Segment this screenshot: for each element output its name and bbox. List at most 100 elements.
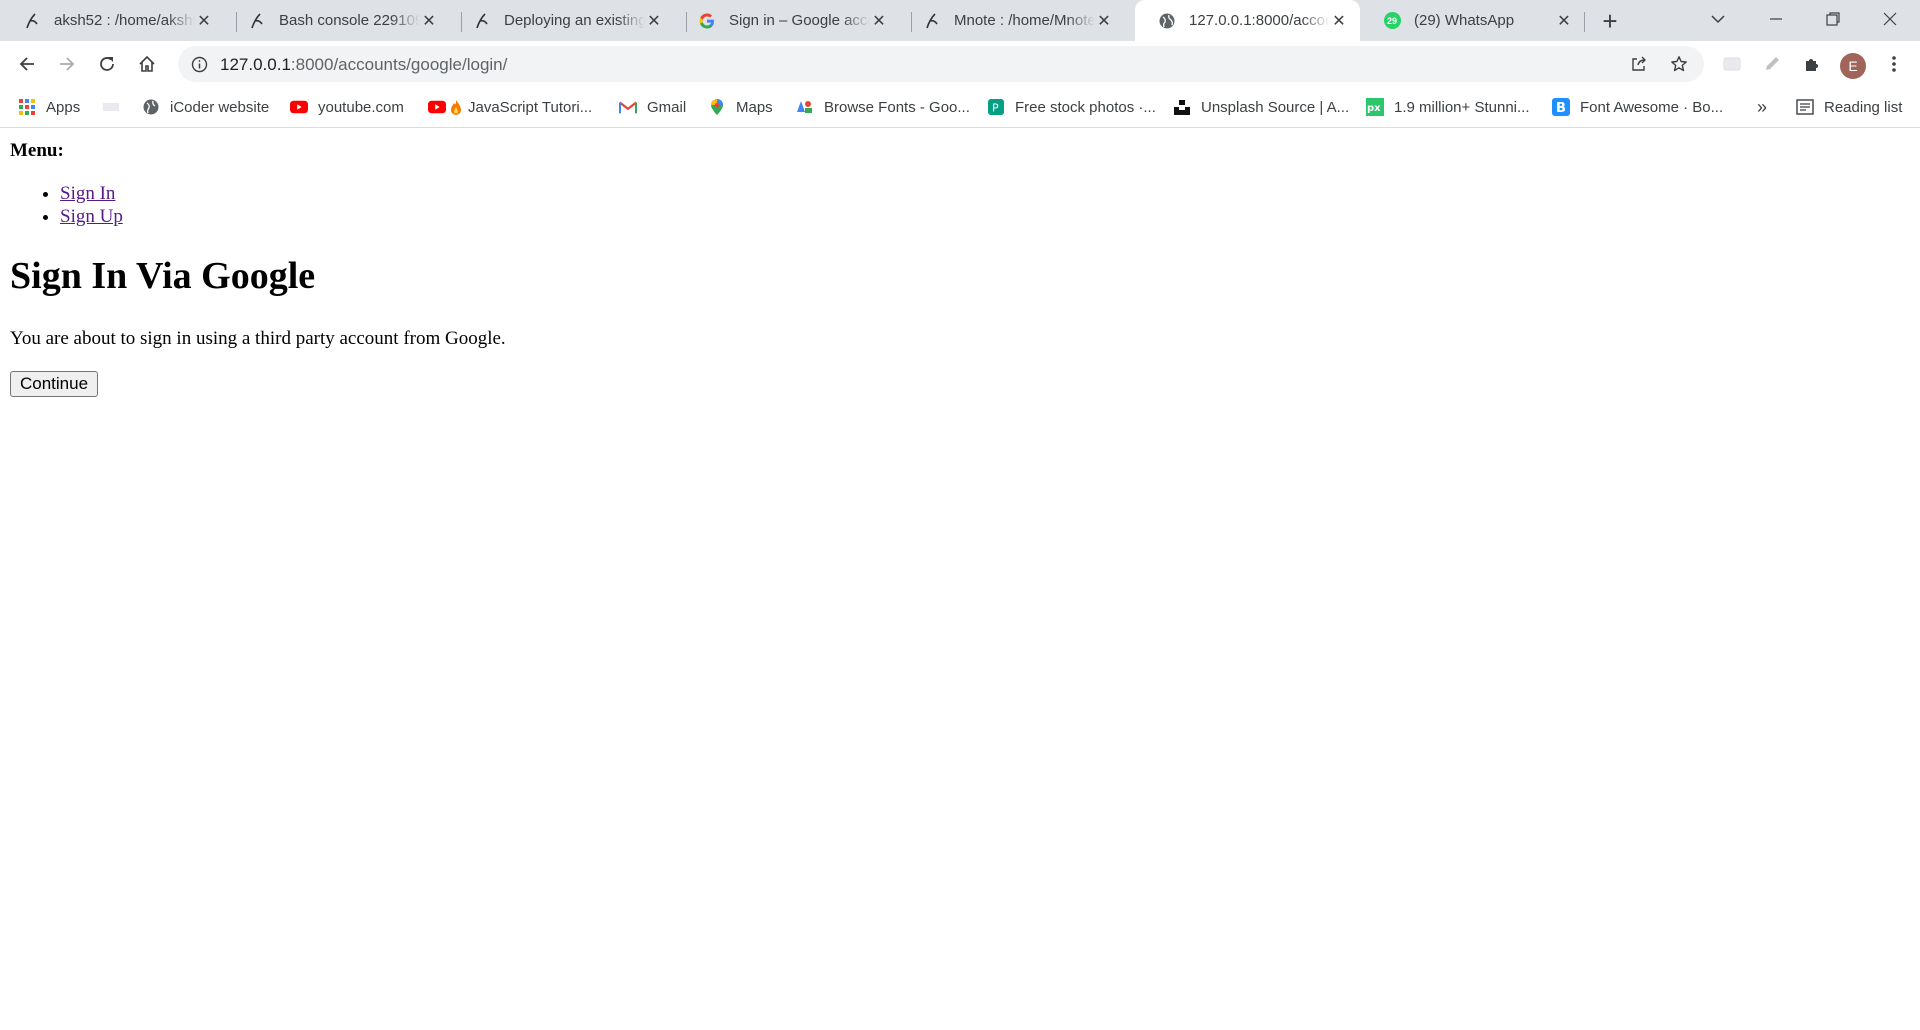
bookmark-free-stock-photos[interactable]: P Free stock photos ·... [987, 87, 1156, 127]
fire-icon [450, 98, 462, 116]
pythonanywhere-icon [472, 11, 492, 31]
tab-label: Deploying an existing [504, 12, 645, 29]
tab-google-sign-in[interactable]: Sign in – Google accounts ✕ [675, 0, 900, 41]
info-icon[interactable] [190, 55, 208, 73]
bookmark-javascript-tutorial[interactable]: JavaScript Tutori... [428, 87, 592, 127]
apps-grid-icon [18, 98, 36, 116]
bookmark-icoder[interactable]: iCoder website [142, 87, 269, 127]
reload-icon [100, 57, 114, 71]
svg-text:P: P [992, 102, 999, 115]
page-title: Sign In Via Google [10, 255, 316, 297]
bootstrap-icon: B [1552, 98, 1570, 116]
back-button[interactable] [11, 48, 43, 80]
kebab-menu-icon [1892, 56, 1896, 72]
restore-button[interactable] [1805, 0, 1861, 38]
youtube-icon [428, 98, 446, 116]
arrow-left-icon [19, 57, 34, 71]
sign-up-link[interactable]: Sign Up [60, 206, 123, 227]
svg-text:B: B [1556, 101, 1566, 116]
bookmark-youtube[interactable]: youtube.com [290, 87, 404, 127]
close-icon[interactable]: ✕ [1330, 12, 1348, 30]
close-icon[interactable]: ✕ [645, 12, 663, 30]
continue-button[interactable]: Continue [10, 371, 99, 397]
bookmark-font-awesome[interactable]: B Font Awesome · Bo... [1552, 87, 1723, 127]
sign-in-link[interactable]: Sign In [60, 183, 115, 204]
bookmark-pixabay[interactable]: px 1.9 million+ Stunni... [1366, 87, 1530, 127]
pixabay-icon: px [1366, 98, 1384, 116]
bookmark-blank[interactable] [102, 87, 130, 127]
menu-list: Sign In Sign Up [10, 182, 123, 228]
page-description: You are about to sign in using a third p… [10, 328, 506, 349]
bookmark-label: Maps [736, 98, 773, 116]
tab-whatsapp[interactable]: 29 (29) WhatsApp ✕ [1360, 0, 1585, 41]
chrome-menu-button[interactable] [1878, 48, 1910, 80]
forward-button[interactable] [51, 48, 83, 80]
tab-label: Sign in – Google accounts [729, 12, 870, 29]
globe-icon [142, 98, 160, 116]
globe-icon [1157, 11, 1177, 31]
google-icon [697, 11, 717, 31]
bookmark-label: Font Awesome · Bo... [1580, 98, 1724, 116]
bookmark-label: youtube.com [318, 98, 404, 116]
bookmark-label: Free stock photos ·... [1015, 98, 1156, 116]
tab-mnote[interactable]: Mnote : /home/Mnote ✕ [900, 0, 1125, 41]
tab-bash-console[interactable]: Bash console 22910938 ✕ [225, 0, 450, 41]
puzzle-icon [1806, 59, 1818, 71]
new-tab-button[interactable]: + [1596, 6, 1624, 36]
gmail-icon [619, 98, 637, 116]
home-button[interactable] [131, 48, 163, 80]
close-window-button[interactable] [1862, 0, 1918, 38]
minimize-icon [1770, 18, 1782, 20]
reload-button[interactable] [91, 48, 123, 80]
tab-deploying[interactable]: Deploying an existing ✕ [450, 0, 675, 41]
reading-list-icon [1796, 98, 1814, 116]
close-icon[interactable]: ✕ [420, 12, 438, 30]
bookmark-star-icon[interactable] [1670, 55, 1688, 78]
arrow-right-icon [60, 57, 75, 71]
close-icon[interactable]: ✕ [195, 12, 213, 30]
bookmarks-overflow-button[interactable]: » [1757, 87, 1767, 127]
reading-list-button[interactable]: Reading list [1796, 87, 1902, 127]
map-pin-icon [708, 98, 726, 116]
pen-extension-button[interactable] [1756, 48, 1788, 80]
youtube-icon [290, 98, 308, 116]
list-item: Sign In [60, 182, 123, 205]
close-icon[interactable]: ✕ [1555, 12, 1573, 30]
bookmark-browse-fonts[interactable]: Browse Fonts - Goo... [796, 87, 970, 127]
tab-search-button[interactable] [1690, 0, 1746, 38]
chevron-down-icon [1711, 15, 1725, 24]
address-bar[interactable]: 127.0.0.1:8000/accounts/google/login/ [178, 46, 1704, 82]
close-icon[interactable]: ✕ [1095, 12, 1113, 30]
minimize-button[interactable] [1748, 0, 1804, 38]
tab-strip: aksh52 : /home/aksh52 ✕ Bash console 229… [0, 0, 1920, 41]
url-host: 127.0.0.1 [220, 55, 291, 74]
close-icon[interactable]: ✕ [870, 12, 888, 30]
tab-aksh52[interactable]: aksh52 : /home/aksh52 ✕ [0, 0, 225, 41]
bookmark-label: JavaScript Tutori... [468, 98, 593, 116]
pen-icon [1766, 57, 1779, 70]
unsplash-icon [1173, 98, 1191, 116]
tab-label: Mnote : /home/Mnote [954, 12, 1095, 29]
bookmark-maps[interactable]: Maps [708, 87, 773, 127]
bookmark-label: iCoder website [170, 98, 270, 116]
bookmark-unsplash-source[interactable]: Unsplash Source | A... [1173, 87, 1349, 127]
tab-label: 127.0.0.1:8000/accounts [1189, 12, 1330, 29]
avatar[interactable]: E [1840, 53, 1866, 79]
bookmark-gmail[interactable]: Gmail [619, 87, 686, 127]
bookmark-label: Browse Fonts - Goo... [824, 98, 970, 116]
blank-page-icon [102, 98, 120, 116]
tab-localhost[interactable]: 127.0.0.1:8000/accounts ✕ [1135, 0, 1360, 41]
bookmark-label: Gmail [647, 98, 687, 116]
bookmarks-bar: Apps iCoder website youtube.com JavaScri… [0, 87, 1920, 128]
share-icon[interactable] [1630, 55, 1648, 78]
extensions-button[interactable] [1796, 48, 1828, 80]
home-icon [139, 55, 155, 72]
extension-button[interactable] [1716, 48, 1748, 80]
whatsapp-icon: 29 [1382, 11, 1402, 31]
pexels-icon: P [987, 98, 1005, 116]
restore-icon [1826, 12, 1840, 26]
url-path: :8000/accounts/google/login/ [290, 55, 508, 74]
browser-toolbar: 127.0.0.1:8000/accounts/google/login/ E [0, 41, 1920, 87]
bookmark-apps[interactable]: Apps [18, 87, 80, 127]
pythonanywhere-icon [922, 11, 942, 31]
